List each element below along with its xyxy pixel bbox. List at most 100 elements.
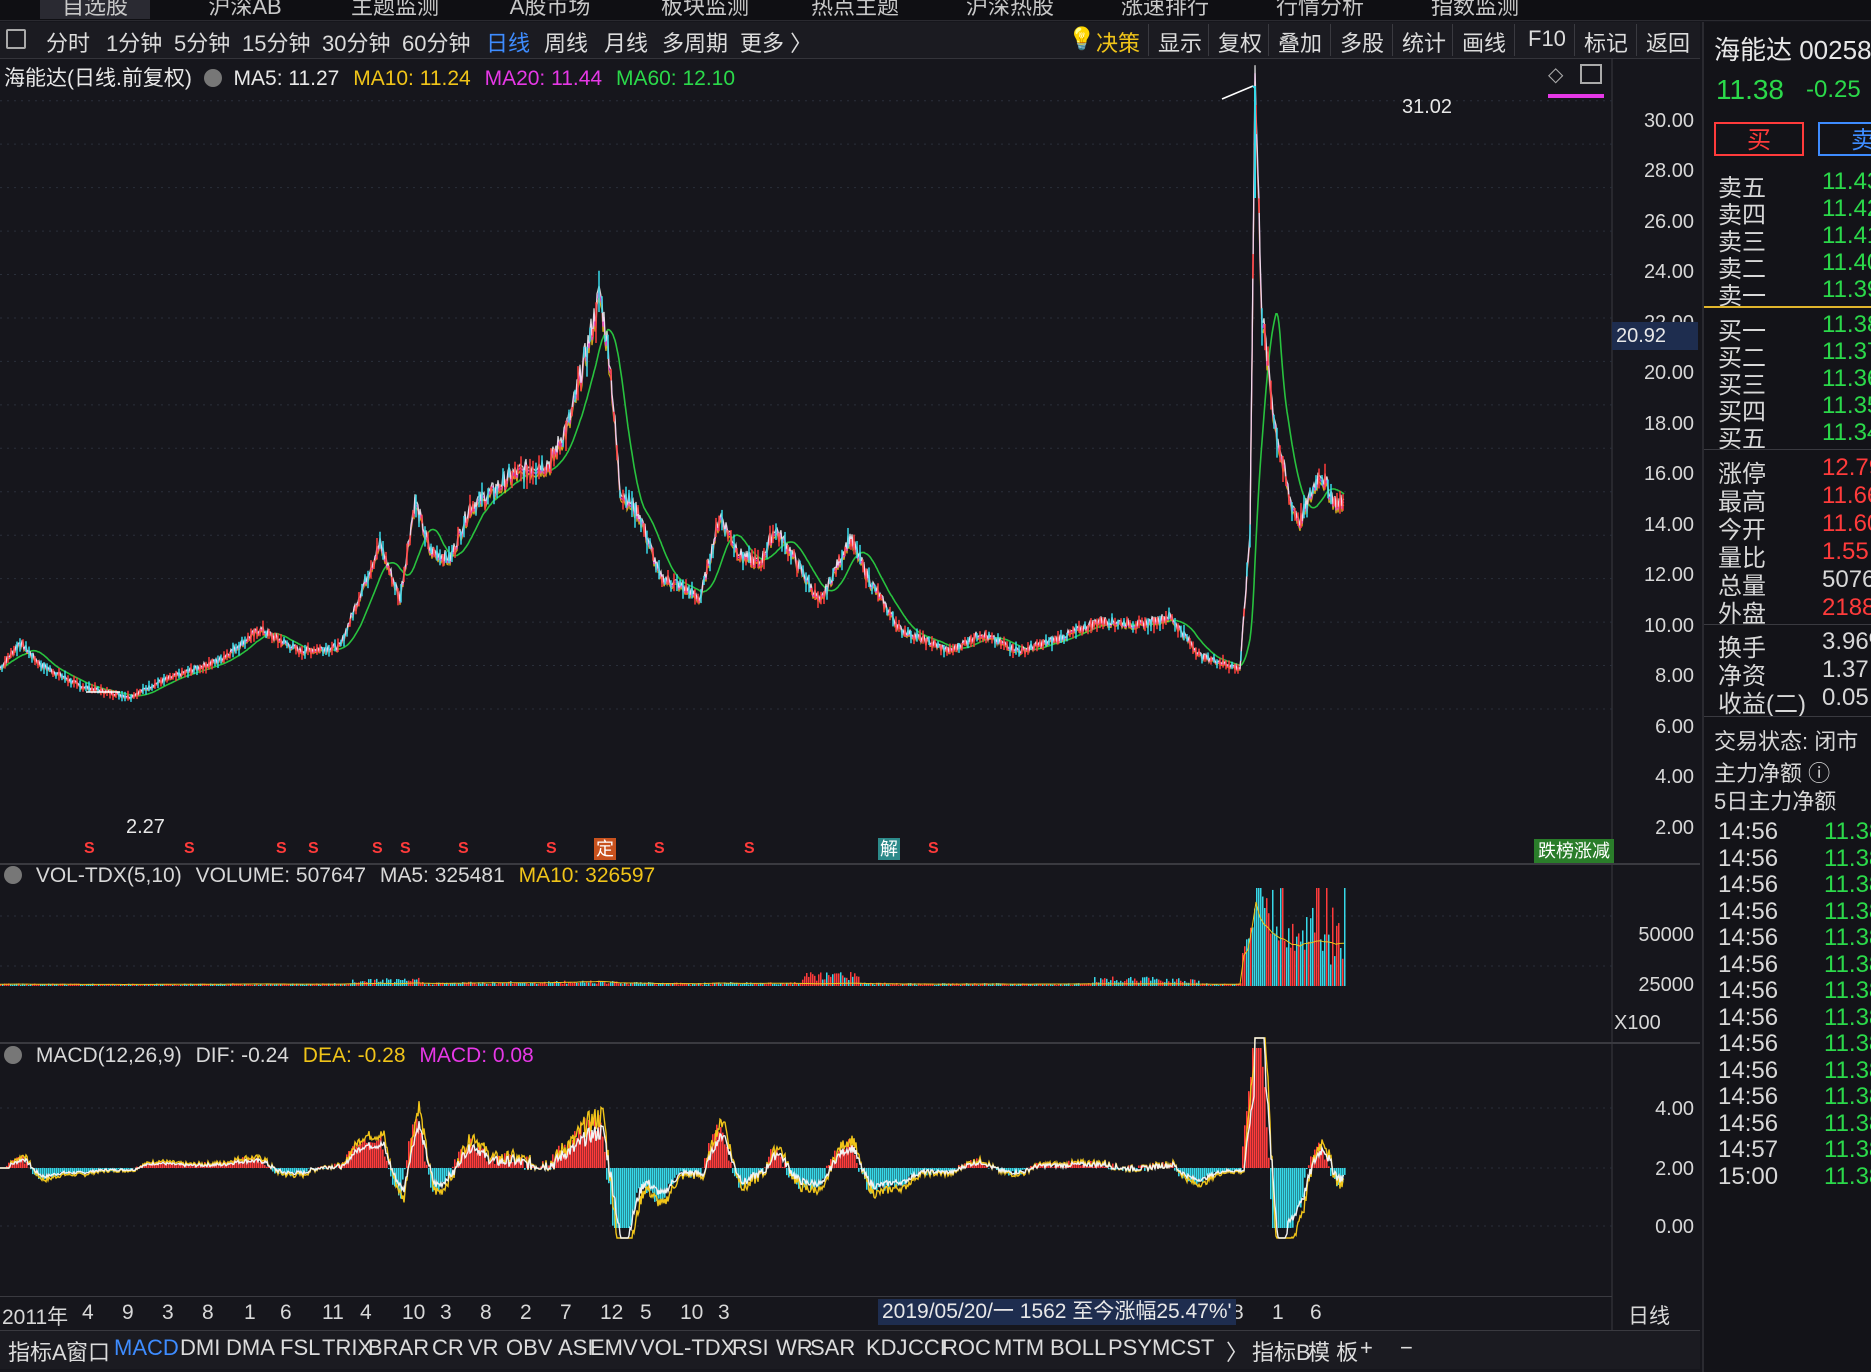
indicator-tab[interactable]: TRIX (322, 1335, 372, 1361)
indicator-tab[interactable]: + (1360, 1335, 1373, 1361)
event-marker[interactable]: S (372, 838, 383, 860)
top-tab[interactable]: 自选股 (40, 0, 150, 19)
active-indicator-line (1548, 94, 1604, 98)
indicator-tab[interactable]: 指标B (1252, 1335, 1311, 1367)
indicator-tab[interactable]: VOL-TDX (640, 1335, 735, 1361)
volume-bar (172, 984, 174, 986)
sell-button[interactable]: 卖 (1818, 122, 1871, 156)
period-60min[interactable]: 60分钟 (402, 26, 470, 58)
adjust-button[interactable]: 复权 (1218, 26, 1262, 58)
top-tab[interactable]: 主题监测 (340, 0, 450, 19)
decision-button[interactable]: 决策 (1096, 26, 1140, 58)
indicator-tab[interactable]: ASI (558, 1335, 593, 1361)
indicator-tab[interactable]: FSL (280, 1335, 320, 1361)
indicator-tab[interactable]: CR (432, 1335, 464, 1361)
panel-toggle-icon[interactable] (6, 29, 26, 49)
indicator-tab[interactable]: OBV (506, 1335, 552, 1361)
chart-area[interactable]: 海能达(日线.前复权) MA5: 11.27 MA10: 11.24 MA20:… (0, 58, 1700, 1330)
tick-time: 14:57 (1718, 1136, 1779, 1163)
indicator-tab[interactable]: WR (776, 1335, 813, 1361)
overlay-button[interactable]: 叠加 (1278, 26, 1322, 58)
event-marker[interactable]: S (308, 838, 319, 860)
period-daily[interactable]: 日线 (486, 26, 530, 58)
event-marker[interactable]: S (276, 838, 287, 860)
event-badge[interactable]: 跌榜涨减 (1534, 839, 1614, 863)
layout-icon[interactable] (1580, 64, 1602, 84)
indicator-tab[interactable]: VR (468, 1335, 499, 1361)
top-tab[interactable]: 行情分析 (1265, 0, 1375, 19)
indicator-tab[interactable]: − (1400, 1335, 1413, 1361)
back-button[interactable]: 返回 (1646, 26, 1690, 58)
multi-stock-button[interactable]: 多股 (1340, 26, 1384, 58)
indicator-tab[interactable]: 模 板 (1308, 1335, 1358, 1367)
period-monthly[interactable]: 月线 (604, 26, 648, 58)
indicator-tab[interactable]: RSI (732, 1335, 769, 1361)
period-weekly[interactable]: 周线 (544, 26, 588, 58)
date-axis-period[interactable]: 日线 (1628, 1300, 1670, 1330)
volume-bar (822, 979, 824, 986)
period-more[interactable]: 更多 〉 (740, 26, 812, 58)
date-tick: 7 (560, 1301, 572, 1324)
indicator-tab[interactable]: SAR (810, 1335, 855, 1361)
event-marker[interactable]: 解 (878, 838, 900, 860)
legend-toggle-icon[interactable] (4, 1046, 22, 1064)
event-marker[interactable]: S (744, 838, 755, 860)
indicator-tab[interactable]: 〉 (1226, 1335, 1248, 1367)
event-marker[interactable]: S (458, 838, 469, 860)
ma-line (0, 65, 1345, 699)
event-marker[interactable]: S (84, 838, 95, 860)
volume-bar (228, 984, 230, 986)
display-button[interactable]: 显示 (1158, 26, 1202, 58)
top-tab[interactable]: 指数监测 (1420, 0, 1530, 19)
event-marker[interactable]: S (654, 838, 665, 860)
volume-bar (180, 984, 182, 986)
legend-toggle-icon[interactable] (4, 866, 22, 884)
indicator-tab[interactable]: 窗口 (66, 1335, 110, 1367)
macd-bar (1304, 1168, 1306, 1178)
top-tab[interactable]: 沪深热股 (955, 0, 1065, 19)
period-1min[interactable]: 1分钟 (106, 26, 162, 58)
period-intraday[interactable]: 分时 (46, 26, 90, 58)
period-multi[interactable]: 多周期 (662, 26, 728, 58)
event-marker[interactable]: S (184, 838, 195, 860)
event-marker[interactable]: S (546, 838, 557, 860)
indicator-tab[interactable]: MTM (994, 1335, 1044, 1361)
period-30min[interactable]: 30分钟 (322, 26, 390, 58)
event-marker[interactable]: 定 (594, 838, 616, 860)
event-marker[interactable]: S (400, 838, 411, 860)
indicator-tab[interactable]: DMI (180, 1335, 220, 1361)
legend-toggle-icon[interactable] (203, 69, 222, 87)
indicator-tab[interactable]: CCI (908, 1335, 946, 1361)
event-marker[interactable]: S (928, 838, 939, 860)
indicator-tab[interactable]: PSY (1108, 1335, 1152, 1361)
date-tick: 12 (600, 1301, 624, 1324)
indicator-tab[interactable]: DMA (226, 1335, 275, 1361)
mark-button[interactable]: 标记 (1584, 26, 1628, 58)
indicator-tab[interactable]: KDJ (866, 1335, 908, 1361)
kline-chart[interactable] (0, 58, 1700, 1330)
top-tab[interactable]: 沪深AB (190, 0, 300, 19)
stats-button[interactable]: 统计 (1402, 26, 1446, 58)
top-tab[interactable]: 热点主题 (800, 0, 910, 19)
indicator-tab[interactable]: MACD (114, 1335, 179, 1361)
period-15min[interactable]: 15分钟 (242, 26, 310, 58)
diamond-icon[interactable]: ◇ (1548, 62, 1563, 87)
indicator-tab[interactable]: MCST (1152, 1335, 1214, 1361)
f10-button[interactable]: F10 (1528, 26, 1566, 52)
indicator-tab[interactable]: EMV (590, 1335, 638, 1361)
volume-bar (1054, 984, 1056, 986)
top-tab[interactable]: A股市场 (495, 0, 605, 19)
indicator-tab[interactable]: 指标A (8, 1335, 67, 1367)
indicator-tab[interactable]: BOLL (1050, 1335, 1106, 1361)
macd-bar (732, 1168, 734, 1174)
indicator-tab[interactable]: BRAR (368, 1335, 429, 1361)
indicator-tab[interactable]: ROC (942, 1335, 991, 1361)
top-tab[interactable]: 板块监测 (650, 0, 760, 19)
top-tab[interactable]: 涨速排行 (1110, 0, 1220, 19)
draw-button[interactable]: 画线 (1462, 26, 1506, 58)
volume-bar (1006, 984, 1008, 986)
period-5min[interactable]: 5分钟 (174, 26, 230, 58)
ma60-label: MA60: 12.10 (615, 67, 736, 90)
buy-button[interactable]: 买 (1714, 122, 1804, 156)
date-tick: 3 (718, 1301, 730, 1324)
